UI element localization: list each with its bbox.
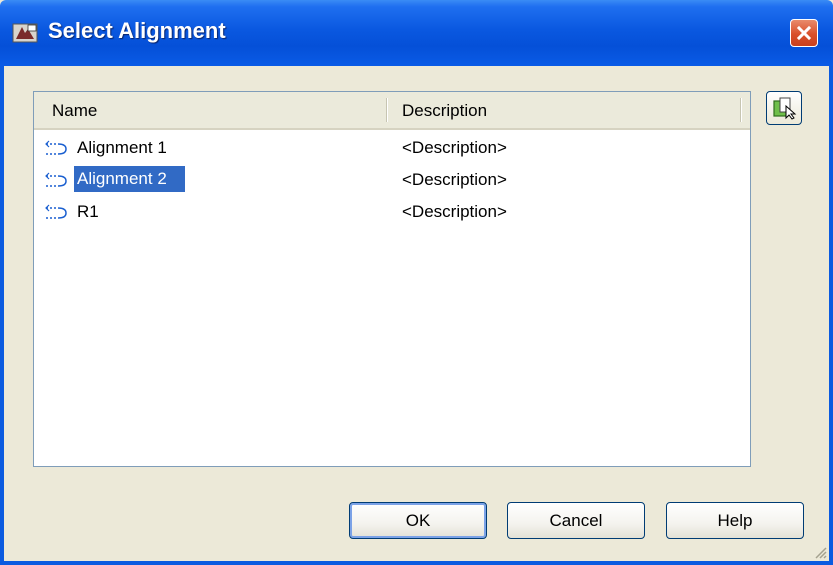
close-icon	[796, 25, 812, 41]
window-border-right	[829, 66, 833, 565]
list-item-name: Alignment 2	[74, 166, 185, 192]
alignment-icon	[45, 172, 67, 187]
alignment-icon	[45, 204, 67, 219]
pick-from-drawing-icon	[773, 97, 797, 120]
list-item-description: <Description>	[402, 202, 507, 221]
cancel-button[interactable]: Cancel	[507, 502, 645, 539]
select-alignment-dialog: Select Alignment Name Description Alignm…	[0, 0, 833, 565]
column-header-name[interactable]: Name	[52, 101, 97, 121]
list-item[interactable]: Alignment 1 <Description>	[34, 134, 750, 164]
list-item[interactable]: R1 <Description>	[34, 198, 750, 228]
resize-grip-icon[interactable]	[813, 545, 827, 559]
list-header: Name Description	[34, 92, 750, 130]
pick-from-drawing-button[interactable]	[766, 91, 802, 125]
ok-button[interactable]: OK	[349, 502, 487, 539]
help-button[interactable]: Help	[666, 502, 804, 539]
close-button[interactable]	[790, 19, 818, 47]
column-header-description[interactable]: Description	[402, 101, 487, 121]
alignment-icon	[45, 140, 67, 155]
list-item-name: R1	[77, 202, 99, 221]
list-item-name: Alignment 1	[77, 138, 167, 157]
window-border-bottom	[0, 561, 833, 565]
window-border-left	[0, 66, 4, 565]
column-divider[interactable]	[740, 98, 742, 122]
alignment-list[interactable]: Name Description Alignment 1 <Descriptio…	[33, 91, 751, 467]
list-item-description: <Description>	[402, 138, 507, 157]
title-bar[interactable]: Select Alignment	[0, 0, 833, 66]
app-icon	[12, 23, 38, 43]
dialog-title: Select Alignment	[48, 18, 226, 43]
list-item-description: <Description>	[402, 170, 507, 189]
column-divider[interactable]	[386, 98, 388, 122]
list-item[interactable]: Alignment 2 <Description>	[34, 166, 750, 196]
